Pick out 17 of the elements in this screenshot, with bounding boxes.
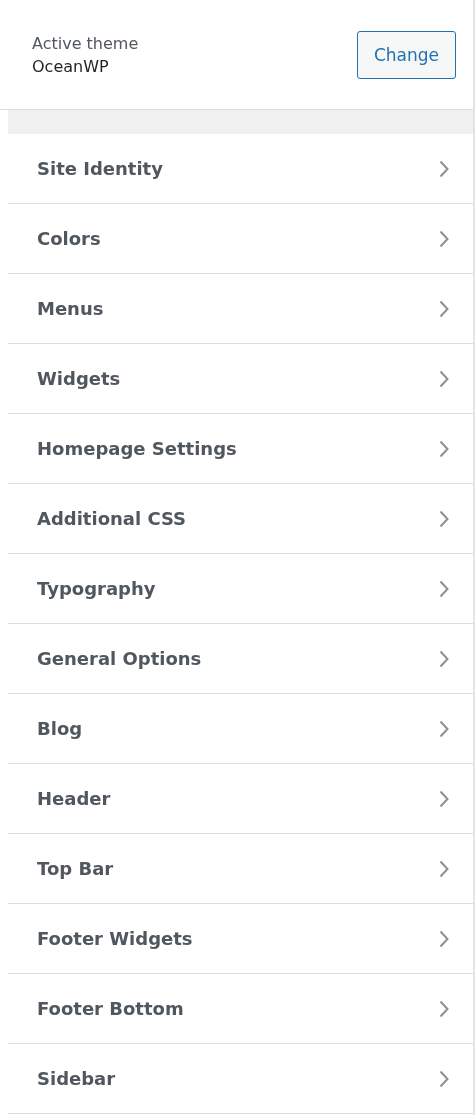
theme-name: OceanWP (32, 56, 110, 76)
chevron-right-icon (439, 159, 449, 178)
chevron-right-icon (439, 579, 449, 598)
chevron-right-icon (439, 929, 449, 948)
chevron-right-icon (439, 509, 449, 528)
chevron-right-icon (439, 299, 449, 318)
chevron-right-icon (439, 229, 449, 248)
chevron-right-icon (439, 1069, 449, 1088)
chevron-right-icon (439, 789, 449, 808)
chevron-right-icon (439, 649, 449, 668)
active-theme-label: Active theme (32, 33, 139, 53)
chevron-right-icon (439, 999, 449, 1018)
chevron-right-icon (439, 439, 449, 458)
chevron-right-icon (439, 369, 449, 388)
change-button[interactable]: Change (356, 30, 456, 79)
chevron-right-icon (439, 859, 449, 878)
chevron-right-icon (439, 719, 449, 738)
